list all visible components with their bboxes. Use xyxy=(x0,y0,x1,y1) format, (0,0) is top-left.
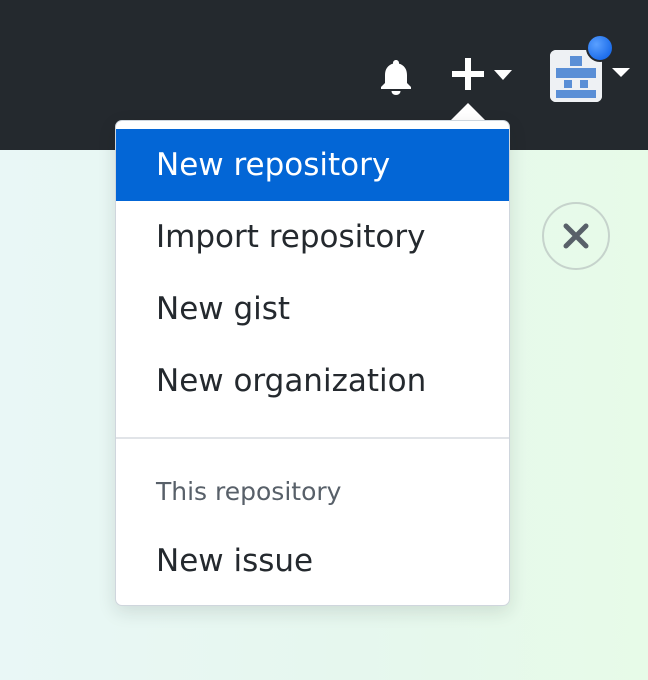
dismiss-button[interactable] xyxy=(542,202,610,270)
notifications-button[interactable] xyxy=(376,56,416,96)
create-new-dropdown: New repository Import repository New gis… xyxy=(115,120,510,606)
plus-icon xyxy=(452,58,484,90)
menu-item-label: Import repository xyxy=(156,219,426,255)
menu-item-new-gist[interactable]: New gist xyxy=(116,273,509,345)
notification-indicator xyxy=(586,34,614,62)
close-icon xyxy=(563,223,589,249)
dropdown-pointer xyxy=(450,103,486,121)
menu-item-label: New organization xyxy=(156,363,427,399)
menu-item-label: New repository xyxy=(156,147,391,183)
bell-icon xyxy=(381,60,411,95)
menu-item-label: New gist xyxy=(156,291,291,327)
chevron-down-icon xyxy=(612,68,630,77)
menu-item-import-repository[interactable]: Import repository xyxy=(116,201,509,273)
menu-item-new-repository[interactable]: New repository xyxy=(116,129,509,201)
user-menu-button[interactable] xyxy=(548,34,640,104)
menu-item-new-issue[interactable]: New issue xyxy=(116,525,509,597)
menu-divider xyxy=(116,437,509,439)
menu-item-label: New issue xyxy=(156,543,314,579)
menu-item-new-organization[interactable]: New organization xyxy=(116,345,509,417)
chevron-down-icon xyxy=(494,70,512,80)
create-new-button[interactable] xyxy=(448,54,520,96)
menu-section-header: This repository xyxy=(156,477,342,506)
